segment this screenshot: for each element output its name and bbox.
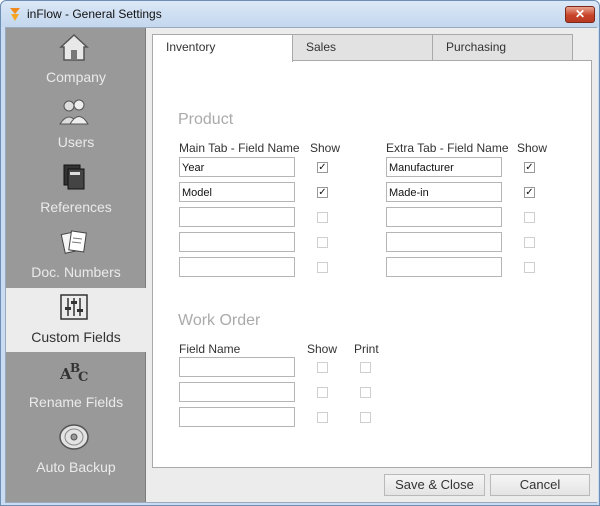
extra-show-checkbox[interactable]: ✓: [524, 187, 535, 198]
disc-icon: [59, 424, 89, 450]
work-order-show-header: Show: [307, 342, 338, 356]
extra-field-input[interactable]: [386, 157, 502, 177]
abc-icon: A B C: [59, 361, 88, 385]
extra-show-checkbox[interactable]: ✓: [524, 162, 535, 173]
work-order-section-title: Work Order: [178, 312, 261, 329]
sidebar-item-label: Doc. Numbers: [31, 264, 121, 280]
sidebar-item-users[interactable]: Users: [6, 93, 146, 157]
sidebar: Company Users References Doc. Numbers Cu…: [6, 28, 146, 502]
extra-show-checkbox[interactable]: [524, 262, 535, 273]
content-area: Inventory Sales Purchasing Product Main …: [152, 28, 598, 502]
extra-show-header: Show: [517, 141, 548, 155]
work-order-show-checkbox[interactable]: [317, 412, 328, 423]
documents-icon: [60, 230, 87, 254]
extra-field-input[interactable]: [386, 257, 502, 277]
main-field-input[interactable]: [179, 207, 295, 227]
tab-inventory[interactable]: Inventory: [152, 34, 293, 62]
work-order-show-checkbox[interactable]: [317, 362, 328, 373]
svg-text:C: C: [78, 370, 88, 385]
cancel-button[interactable]: Cancel: [490, 474, 590, 496]
inventory-panel: Product Main Tab - Field Name Show Extra…: [152, 60, 592, 468]
sliders-icon: [60, 294, 88, 320]
users-icon: [59, 99, 89, 125]
sidebar-item-label: Custom Fields: [31, 329, 121, 345]
work-order-print-checkbox[interactable]: [360, 387, 371, 398]
main-show-checkbox[interactable]: ✓: [317, 187, 328, 198]
work-order-print-header: Print: [354, 342, 379, 356]
house-icon: [59, 33, 89, 61]
main-show-checkbox[interactable]: ✓: [317, 162, 328, 173]
main-show-header: Show: [310, 141, 341, 155]
extra-tab-field-name-header: Extra Tab - Field Name: [386, 141, 509, 155]
work-order-print-checkbox[interactable]: [360, 362, 371, 373]
extra-show-checkbox[interactable]: [524, 212, 535, 223]
sidebar-item-label: Users: [57, 134, 95, 150]
sidebar-item-custom-fields[interactable]: Custom Fields: [6, 288, 146, 352]
sidebar-item-doc-numbers[interactable]: Doc. Numbers: [6, 223, 146, 287]
main-field-input[interactable]: [179, 257, 295, 277]
save-close-button[interactable]: Save & Close: [384, 474, 485, 496]
title-bar: inFlow - General Settings ✕: [1, 1, 599, 27]
sidebar-item-rename-fields[interactable]: A B C Rename Fields: [6, 353, 146, 417]
settings-window: inFlow - General Settings ✕ Company User…: [0, 0, 600, 506]
window-title: inFlow - General Settings: [27, 7, 162, 21]
tab-purchasing[interactable]: Purchasing: [432, 34, 573, 61]
sidebar-item-company[interactable]: Company: [6, 28, 146, 92]
product-section-title: Product: [178, 111, 234, 128]
work-order-field-input[interactable]: [179, 382, 295, 402]
close-button[interactable]: ✕: [565, 6, 595, 23]
sidebar-item-auto-backup[interactable]: Auto Backup: [6, 418, 146, 482]
sidebar-item-label: References: [40, 199, 112, 215]
work-order-print-checkbox[interactable]: [360, 412, 371, 423]
main-show-checkbox[interactable]: [317, 237, 328, 248]
work-order-field-input[interactable]: [179, 407, 295, 427]
sidebar-item-label: Auto Backup: [36, 459, 116, 475]
work-order-field-input[interactable]: [179, 357, 295, 377]
inflow-logo-icon: [10, 8, 20, 21]
work-order-field-name-header: Field Name: [179, 342, 241, 356]
sidebar-item-label: Company: [46, 69, 106, 85]
extra-field-input[interactable]: [386, 182, 502, 202]
main-field-input[interactable]: [179, 157, 295, 177]
extra-field-input[interactable]: [386, 232, 502, 252]
main-show-checkbox[interactable]: [317, 262, 328, 273]
main-field-input[interactable]: [179, 232, 295, 252]
extra-field-input[interactable]: [386, 207, 502, 227]
main-field-input[interactable]: [179, 182, 295, 202]
sidebar-item-references[interactable]: References: [6, 158, 146, 222]
work-order-show-checkbox[interactable]: [317, 387, 328, 398]
tab-sales[interactable]: Sales: [292, 34, 433, 61]
main-show-checkbox[interactable]: [317, 212, 328, 223]
main-tab-field-name-header: Main Tab - Field Name: [179, 141, 300, 155]
books-icon: [63, 164, 85, 190]
window-client: Company Users References Doc. Numbers Cu…: [5, 27, 598, 503]
sidebar-item-label: Rename Fields: [28, 394, 124, 410]
tab-strip: Inventory Sales Purchasing: [152, 34, 592, 62]
extra-show-checkbox[interactable]: [524, 237, 535, 248]
